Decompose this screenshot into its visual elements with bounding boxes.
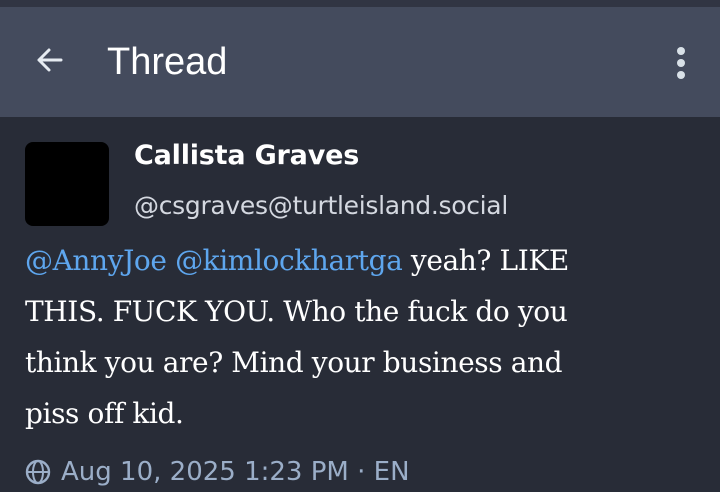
app-bar: Thread	[0, 7, 720, 117]
back-button[interactable]	[26, 37, 72, 83]
globe-icon	[25, 459, 51, 485]
post-body: @AnnyJoe @kimlockhartga yeah? LIKE THIS.…	[25, 235, 705, 439]
mention-link[interactable]: @AnnyJoe	[25, 244, 167, 277]
post-line-1: @AnnyJoe @kimlockhartga yeah? LIKE	[25, 235, 705, 286]
post-timestamp[interactable]: Aug 10, 2025 1:23 PM · EN	[61, 457, 410, 487]
arrow-left-icon	[37, 48, 63, 72]
post-line-3: think you are? Mind your business and	[25, 346, 563, 379]
author-display-name[interactable]: Callista Graves	[134, 137, 359, 175]
avatar[interactable]	[25, 142, 109, 226]
post-line-4: piss off kid.	[25, 397, 184, 430]
thread-content: Callista Graves @csgraves@turtleisland.s…	[0, 117, 720, 487]
more-vertical-icon-dot	[677, 71, 685, 79]
author-handle[interactable]: @csgraves@turtleisland.social	[134, 187, 508, 225]
more-vertical-icon-dot	[677, 59, 685, 67]
post-text: yeah? LIKE	[402, 244, 569, 277]
mention-link[interactable]: @kimlockhartga	[175, 244, 403, 277]
post-line-2: THIS. FUCK YOU. Who the fuck do you	[25, 295, 568, 328]
post-meta: Aug 10, 2025 1:23 PM · EN	[25, 452, 410, 492]
page-title: Thread	[107, 41, 228, 83]
more-vertical-icon	[677, 47, 685, 55]
more-options-button[interactable]	[660, 40, 702, 82]
status-strip	[0, 0, 720, 7]
